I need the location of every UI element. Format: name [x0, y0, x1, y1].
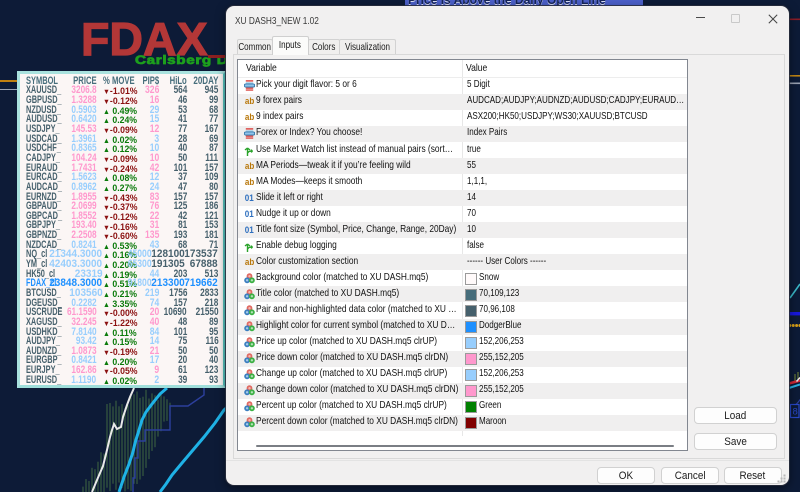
svg-text:8: 8: [793, 407, 798, 418]
